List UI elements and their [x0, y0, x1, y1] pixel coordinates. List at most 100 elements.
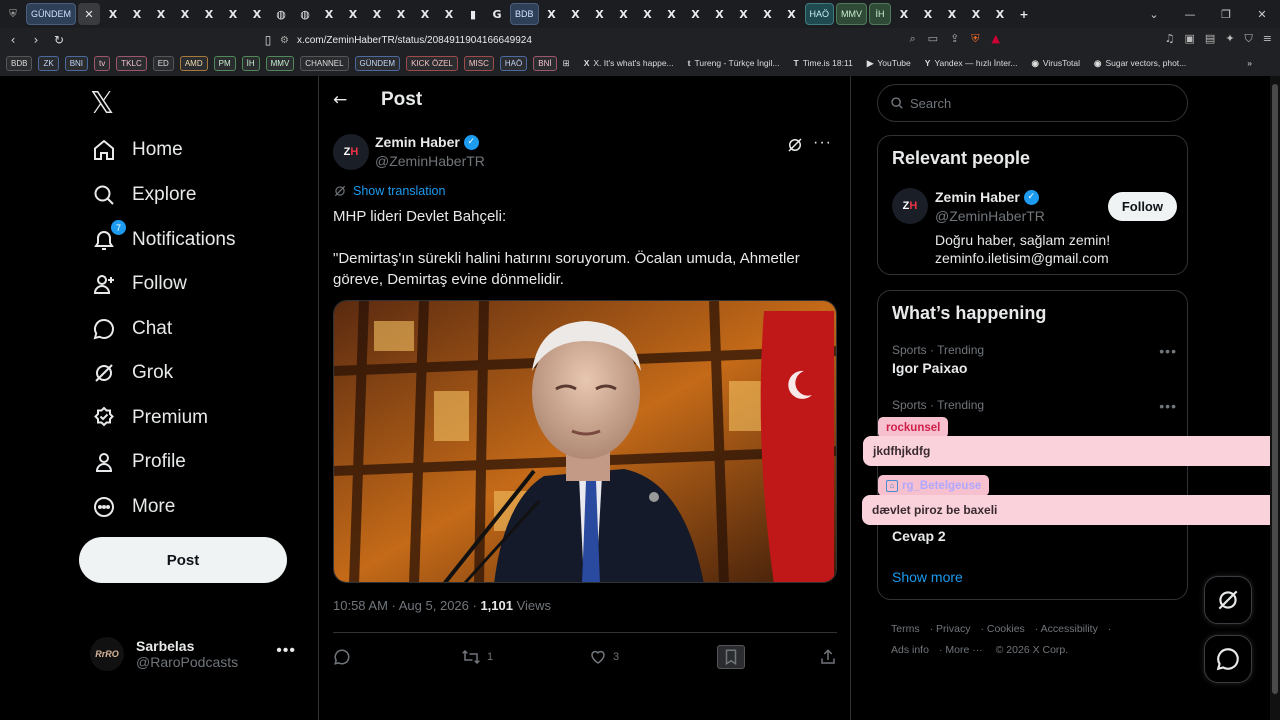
browser-tab[interactable]: G	[486, 3, 508, 25]
browser-tab[interactable]: X	[198, 3, 220, 25]
browser-tab[interactable]: X	[989, 3, 1011, 25]
bookmark-site[interactable]: X X. It's what's happe...	[584, 58, 674, 68]
page-scrollbar[interactable]	[1270, 76, 1280, 720]
browser-tab[interactable]: X	[613, 3, 635, 25]
music-icon[interactable]: ♫	[1165, 32, 1175, 46]
forward-icon[interactable]: ›	[26, 33, 46, 47]
browser-tab[interactable]: X	[781, 3, 803, 25]
browser-tab[interactable]: X	[637, 3, 659, 25]
x-logo-icon[interactable]: 𝕏	[90, 86, 114, 121]
browser-tab[interactable]: X	[541, 3, 563, 25]
bookmark-folder[interactable]: İH	[241, 55, 260, 71]
bookmark-folder[interactable]: GÜNDEM	[354, 55, 401, 71]
browser-tab[interactable]: X	[941, 3, 963, 25]
browser-tab[interactable]: ✕	[78, 3, 100, 25]
post-more-icon[interactable]: ···	[813, 134, 832, 152]
bookmark-folder[interactable]: ZK	[38, 55, 59, 71]
bio-line[interactable]: zeminfo.iletisim@gmail.com	[935, 249, 1175, 267]
sidebar-item-more[interactable]: More	[90, 487, 175, 527]
shield-icon[interactable]: ⛨	[2, 3, 24, 25]
like-button[interactable]: 3	[589, 648, 649, 666]
footer-link[interactable]: Privacy	[936, 623, 970, 635]
site-info-icon[interactable]: ⚙	[280, 35, 289, 46]
minimize-icon[interactable]: —	[1172, 8, 1208, 21]
footer-link[interactable]: More ···	[945, 644, 982, 656]
browser-tab[interactable]: X	[757, 3, 779, 25]
close-icon[interactable]: ✕	[1244, 8, 1280, 21]
bookmark-site[interactable]: ◉ Sugar vectors, phot...	[1094, 58, 1186, 69]
browser-tab[interactable]: X	[390, 3, 412, 25]
browser-tab[interactable]: ▮	[462, 3, 484, 25]
post-button[interactable]: Post	[79, 537, 287, 583]
bookmark-site[interactable]: ▶ YouTube	[867, 58, 911, 69]
author-name-row[interactable]: Zemin Haber ✓	[375, 134, 479, 150]
browser-tab[interactable]: X	[246, 3, 268, 25]
person-handle[interactable]: @ZeminHaberTR	[935, 208, 1045, 224]
bookmark-folder[interactable]: TKLC	[116, 55, 147, 71]
browser-tab[interactable]: X	[661, 3, 683, 25]
browser-tab[interactable]: X	[318, 3, 340, 25]
bookmark-folder[interactable]: tv	[94, 55, 111, 71]
browser-tab[interactable]: X	[965, 3, 987, 25]
bookmark-site[interactable]: T Time.is 18:11	[794, 58, 853, 68]
reply-button[interactable]	[333, 648, 393, 666]
retweet-button[interactable]: 1	[461, 648, 521, 666]
share-icon[interactable]: ⇪	[950, 32, 959, 46]
bookmark-folder[interactable]: KICK ÖZEL	[406, 55, 458, 71]
bookmark-site[interactable]: t Tureng - Türkçe İngil...	[688, 58, 780, 68]
author-name[interactable]: Zemin Haber	[375, 134, 460, 150]
show-translation-link[interactable]: Show translation	[333, 184, 445, 198]
zoom-icon[interactable]: ⌕	[909, 32, 915, 46]
browser-tab[interactable]: MMV	[836, 3, 868, 25]
post-image[interactable]	[333, 300, 837, 583]
browser-tab[interactable]: X	[917, 3, 939, 25]
person-name[interactable]: Zemin Haber	[935, 189, 1020, 205]
person-avatar[interactable]: ZH	[892, 188, 928, 224]
browser-tab[interactable]: X	[126, 3, 148, 25]
sidebar-item-follow[interactable]: Follow	[90, 264, 187, 304]
account-switcher[interactable]: RrRO Sarbelas @RaroPodcasts •••	[90, 632, 302, 676]
browser-tab[interactable]: X	[174, 3, 196, 25]
browser-tab[interactable]: ◍	[270, 3, 292, 25]
brave-shield-icon[interactable]: ⛨	[971, 32, 979, 46]
bookmark-folder[interactable]: BNİ	[533, 55, 557, 71]
browser-tab[interactable]: X	[414, 3, 436, 25]
sidebar-item-profile[interactable]: Profile	[90, 442, 186, 482]
trend-item[interactable]: Sports · Trending •••	[892, 398, 1177, 415]
bookmark-folder[interactable]: CHANNEL	[300, 55, 349, 71]
author-avatar[interactable]: ZH	[333, 134, 369, 170]
person-name-row[interactable]: Zemin Haber ✓	[935, 189, 1039, 205]
vpn-icon[interactable]: ⛉	[1245, 32, 1253, 46]
browser-tab[interactable]: BDB	[510, 3, 539, 25]
cast-icon[interactable]: ▭	[928, 32, 938, 46]
bookmark-site[interactable]: Y Yandex — hızlı İnter...	[925, 58, 1018, 68]
footer-link[interactable]: Accessibility	[1041, 623, 1098, 635]
bookmark-folder[interactable]: AMD	[179, 55, 208, 71]
bookmark-folder[interactable]: ED	[152, 55, 174, 71]
bookmark-folder[interactable]: BNI	[64, 55, 89, 71]
sidebar-item-premium[interactable]: Premium	[90, 398, 208, 438]
tab-search-icon[interactable]: ⌄	[1136, 8, 1172, 21]
browser-tab[interactable]: HAÖ	[804, 3, 835, 25]
bookmarks-overflow-icon[interactable]: »	[1247, 58, 1252, 68]
sidebar-item-chat[interactable]: Chat	[90, 309, 172, 349]
follow-button[interactable]: Follow	[1107, 192, 1177, 221]
apps-grid-icon[interactable]: ⊞	[563, 58, 570, 69]
bookmark-folder[interactable]: HAÖ	[499, 55, 528, 71]
show-more-link[interactable]: Show more	[892, 569, 963, 585]
sidebar-item-grok[interactable]: Grok	[90, 353, 173, 393]
back-icon[interactable]: ‹	[3, 33, 23, 47]
sidebar-icon[interactable]: ▣	[1185, 32, 1195, 46]
url-text[interactable]: x.com/ZeminHaberTR/status/20849119041666…	[297, 35, 532, 46]
browser-tab[interactable]: ◍	[294, 3, 316, 25]
bookmark-folder[interactable]: PM	[213, 55, 236, 71]
menu-icon[interactable]: ≡	[1263, 32, 1272, 46]
browser-tab[interactable]: X	[709, 3, 731, 25]
trend-more-icon[interactable]: •••	[1159, 398, 1177, 414]
browser-tab[interactable]: X	[589, 3, 611, 25]
browser-tab[interactable]: X	[222, 3, 244, 25]
wallet-icon[interactable]: ▤	[1205, 32, 1215, 46]
bookmark-icon[interactable]: ▯	[258, 33, 278, 47]
sidebar-item-notifications[interactable]: 7 Notifications	[90, 220, 236, 260]
sidebar-item-home[interactable]: Home	[90, 130, 183, 170]
